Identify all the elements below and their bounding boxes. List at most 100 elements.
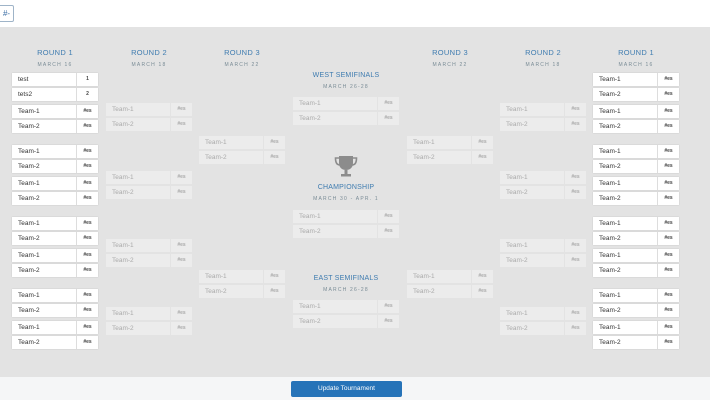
team-name[interactable]: Team-2 [593,88,657,101]
team-slot[interactable]: Team-2 #es [106,186,192,199]
team-score[interactable]: #es [170,171,192,184]
team-name[interactable]: Team-1 [593,177,657,190]
team-name[interactable]: Team-2 [12,264,76,277]
team-score[interactable]: #es [170,186,192,199]
team-score[interactable]: #es [76,321,98,334]
team-slot[interactable]: Team-2 #es [12,192,98,205]
team-slot[interactable]: tets2 2 [12,88,98,101]
team-slot[interactable]: Team-1 #es [593,177,679,190]
team-score[interactable]: #es [657,217,679,230]
team-slot[interactable]: Team-1 #es [199,136,285,149]
team-slot[interactable]: Team-1 #es [106,307,192,320]
team-score[interactable]: #es [377,300,399,313]
team-score[interactable]: #es [76,160,98,173]
team-slot[interactable]: Team-2 #es [12,232,98,245]
team-name[interactable]: Team-2 [593,304,657,317]
team-name[interactable]: Team-2 [293,112,377,125]
team-slot[interactable]: Team-1 #es [12,321,98,334]
team-name[interactable]: Team-1 [593,321,657,334]
team-score[interactable]: #es [377,97,399,110]
team-score[interactable]: #es [76,232,98,245]
team-name[interactable]: Team-2 [593,264,657,277]
team-name[interactable]: Team-1 [500,171,564,184]
team-score[interactable]: #es [76,145,98,158]
team-slot[interactable]: Team-2 #es [199,285,285,298]
team-score[interactable]: #es [564,254,586,267]
team-slot[interactable]: Team-1 #es [12,289,98,302]
team-name[interactable]: Team-1 [500,307,564,320]
team-slot[interactable]: Team-2 #es [593,160,679,173]
team-score[interactable]: #es [657,177,679,190]
team-name[interactable]: Team-1 [593,217,657,230]
team-slot[interactable]: Team-2 #es [12,336,98,349]
team-name[interactable]: Team-2 [12,160,76,173]
team-name[interactable]: Team-1 [12,321,76,334]
team-slot[interactable]: Team-2 #es [106,254,192,267]
team-name[interactable]: Team-1 [106,307,170,320]
team-name[interactable]: Team-1 [106,103,170,116]
team-name[interactable]: Team-1 [407,136,471,149]
team-name[interactable]: Team-2 [593,232,657,245]
team-score[interactable]: #es [76,289,98,302]
team-name[interactable]: Team-1 [593,249,657,262]
team-name[interactable]: test [12,73,76,86]
team-score[interactable]: #es [170,322,192,335]
team-score[interactable]: #es [263,270,285,283]
team-name[interactable]: Team-2 [106,322,170,335]
team-slot[interactable]: Team-2 #es [593,264,679,277]
team-score[interactable]: #es [471,151,493,164]
team-score[interactable]: #es [76,264,98,277]
team-slot[interactable]: Team-2 #es [293,315,399,328]
team-score[interactable]: #es [564,322,586,335]
team-slot[interactable]: Team-1 #es [106,171,192,184]
team-slot[interactable]: Team-1 #es [12,105,98,118]
team-score[interactable]: #es [471,285,493,298]
team-slot[interactable]: Team-2 #es [593,232,679,245]
team-score[interactable]: #es [170,103,192,116]
team-slot[interactable]: Team-2 #es [593,192,679,205]
team-score[interactable]: #es [564,186,586,199]
team-slot[interactable]: Team-1 #es [593,321,679,334]
team-slot[interactable]: Team-2 #es [106,322,192,335]
team-score[interactable]: #es [657,192,679,205]
team-score[interactable]: #es [76,192,98,205]
team-score[interactable]: #es [657,264,679,277]
team-name[interactable]: Team-1 [199,270,263,283]
team-slot[interactable]: Team-2 #es [199,151,285,164]
team-slot[interactable]: Team-1 #es [500,103,586,116]
team-name[interactable]: Team-1 [500,103,564,116]
team-name[interactable]: Team-2 [407,151,471,164]
team-slot[interactable]: Team-1 #es [106,239,192,252]
team-name[interactable]: Team-1 [593,145,657,158]
team-name[interactable]: Team-1 [12,177,76,190]
team-slot[interactable]: Team-2 #es [407,151,493,164]
team-slot[interactable]: Team-1 #es [593,289,679,302]
team-name[interactable]: Team-2 [407,285,471,298]
team-score[interactable]: #es [377,315,399,328]
team-score[interactable]: #es [377,112,399,125]
team-name[interactable]: Team-2 [500,322,564,335]
team-name[interactable]: Team-1 [12,249,76,262]
team-name[interactable]: Team-2 [593,192,657,205]
team-score[interactable]: #es [657,321,679,334]
team-score[interactable]: #es [471,270,493,283]
team-score[interactable]: #es [471,136,493,149]
team-score[interactable]: #es [263,151,285,164]
team-name[interactable]: Team-1 [12,289,76,302]
team-score[interactable]: #es [657,249,679,262]
team-score[interactable]: #es [657,73,679,86]
team-score[interactable]: #es [76,217,98,230]
team-name[interactable]: Team-2 [199,285,263,298]
team-name[interactable]: Team-2 [593,160,657,173]
team-slot[interactable]: Team-1 #es [593,73,679,86]
team-score[interactable]: #es [657,304,679,317]
team-slot[interactable]: Team-1 #es [106,103,192,116]
team-name[interactable]: Team-1 [12,145,76,158]
team-score[interactable]: #es [76,249,98,262]
team-slot[interactable]: Team-1 #es [12,249,98,262]
team-name[interactable]: Team-1 [293,210,377,223]
team-name[interactable]: Team-2 [106,254,170,267]
team-slot[interactable]: Team-2 #es [293,112,399,125]
team-name[interactable]: Team-1 [593,105,657,118]
team-score[interactable]: #es [564,118,586,131]
